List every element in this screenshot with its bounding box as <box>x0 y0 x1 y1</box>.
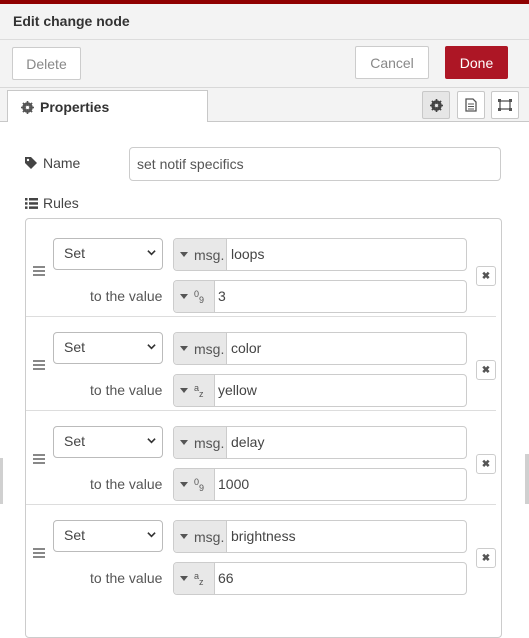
chevron-down-icon <box>147 532 156 538</box>
msg-prefix: msg. <box>194 434 225 451</box>
value-type-button[interactable]: 09 <box>174 469 215 500</box>
rule-action-select[interactable]: Set <box>53 426 163 458</box>
close-icon: ✖ <box>481 552 491 564</box>
description-icon <box>465 98 477 112</box>
chevron-down-icon <box>147 344 156 350</box>
cancel-button[interactable]: Cancel <box>355 46 429 79</box>
rule-value: yellow <box>218 382 257 398</box>
tab-description[interactable] <box>457 91 485 119</box>
property-type-button[interactable]: msg. <box>174 521 227 552</box>
to-value-label: to the value <box>90 570 163 586</box>
property-type-button[interactable]: msg. <box>174 333 227 364</box>
msg-prefix: msg. <box>194 340 225 357</box>
dialog-toolbar: Delete Cancel Done <box>0 40 529 88</box>
drag-handle-icon[interactable] <box>33 548 45 558</box>
rule-value: 1000 <box>218 476 250 492</box>
right-scrollbar[interactable] <box>525 454 529 504</box>
rule-value: 66 <box>218 570 234 586</box>
caret-down-icon <box>180 576 188 581</box>
remove-rule-button[interactable]: ✖ <box>476 454 496 474</box>
msg-prefix: msg. <box>194 528 225 545</box>
rule-row: Set msg. brightness to the value az 66 ✖ <box>26 505 496 599</box>
rule-property-value: brightness <box>231 528 296 544</box>
tag-icon <box>25 157 37 169</box>
rule-action-value: Set <box>64 339 86 355</box>
gear-icon <box>21 101 34 114</box>
caret-down-icon <box>180 252 188 257</box>
rule-value: 3 <box>218 288 226 304</box>
tab-properties-label: Properties <box>40 99 110 115</box>
rule-row: Set msg. color to the value az yellow ✖ <box>26 317 496 411</box>
tab-properties[interactable]: Properties <box>7 90 208 123</box>
done-button[interactable]: Done <box>445 46 508 79</box>
remove-rule-button[interactable]: ✖ <box>476 266 496 286</box>
dialog-title: Edit change node <box>0 4 529 40</box>
msg-prefix: msg. <box>194 246 225 263</box>
chevron-down-icon <box>147 438 156 444</box>
drag-handle-icon[interactable] <box>33 266 45 276</box>
rule-value-input[interactable]: az 66 <box>173 562 467 595</box>
rule-value-input[interactable]: 09 1000 <box>173 468 467 501</box>
remove-rule-button[interactable]: ✖ <box>476 548 496 568</box>
drag-handle-icon[interactable] <box>33 360 45 370</box>
rule-row: Set msg. loops to the value 09 3 ✖ <box>26 223 496 317</box>
value-type-button[interactable]: az <box>174 563 215 594</box>
list-icon <box>25 197 38 209</box>
rules-label: Rules <box>25 195 79 211</box>
tab-settings[interactable] <box>422 91 450 119</box>
rule-property-input[interactable]: msg. loops <box>173 238 467 271</box>
left-resize-handle[interactable] <box>0 458 3 504</box>
caret-down-icon <box>180 482 188 487</box>
chevron-down-icon <box>147 250 156 256</box>
name-label: Name <box>25 155 80 171</box>
rule-row: Set msg. delay to the value 09 1000 ✖ <box>26 411 496 505</box>
drag-handle-icon[interactable] <box>33 454 45 464</box>
tab-bar: Properties <box>0 88 529 123</box>
close-icon: ✖ <box>481 364 491 376</box>
close-icon: ✖ <box>481 270 491 282</box>
rule-action-select[interactable]: Set <box>53 238 163 270</box>
delete-button[interactable]: Delete <box>12 47 81 80</box>
number-type-icon: 09 <box>194 288 205 305</box>
value-type-button[interactable]: 09 <box>174 281 215 312</box>
rule-property-value: delay <box>231 434 265 450</box>
rule-property-value: color <box>231 340 262 356</box>
to-value-label: to the value <box>90 382 163 398</box>
close-icon: ✖ <box>481 458 491 470</box>
gear-icon <box>429 98 443 112</box>
rules-label-text: Rules <box>43 195 79 211</box>
name-label-text: Name <box>43 155 81 171</box>
rule-action-value: Set <box>64 433 86 449</box>
property-type-button[interactable]: msg. <box>174 427 227 458</box>
rule-property-input[interactable]: msg. brightness <box>173 520 467 553</box>
string-type-icon: az <box>194 382 204 399</box>
tab-appearance[interactable] <box>491 91 519 119</box>
name-input[interactable]: set notif specifics <box>129 147 501 181</box>
to-value-label: to the value <box>90 288 163 304</box>
rule-action-select[interactable]: Set <box>53 520 163 552</box>
rule-property-input[interactable]: msg. delay <box>173 426 467 459</box>
rule-property-value: loops <box>231 246 265 262</box>
string-type-icon: az <box>194 570 204 587</box>
to-value-label: to the value <box>90 476 163 492</box>
caret-down-icon <box>180 440 188 445</box>
value-type-button[interactable]: az <box>174 375 215 406</box>
appearance-icon <box>498 99 512 111</box>
rule-property-input[interactable]: msg. color <box>173 332 467 365</box>
property-type-button[interactable]: msg. <box>174 239 227 270</box>
remove-rule-button[interactable]: ✖ <box>476 360 496 380</box>
rule-action-value: Set <box>64 527 86 543</box>
rule-action-value: Set <box>64 245 86 261</box>
rule-action-select[interactable]: Set <box>53 332 163 364</box>
caret-down-icon <box>180 294 188 299</box>
rule-value-input[interactable]: 09 3 <box>173 280 467 313</box>
rule-value-input[interactable]: az yellow <box>173 374 467 407</box>
caret-down-icon <box>180 346 188 351</box>
number-type-icon: 09 <box>194 476 205 493</box>
caret-down-icon <box>180 388 188 393</box>
caret-down-icon <box>180 534 188 539</box>
